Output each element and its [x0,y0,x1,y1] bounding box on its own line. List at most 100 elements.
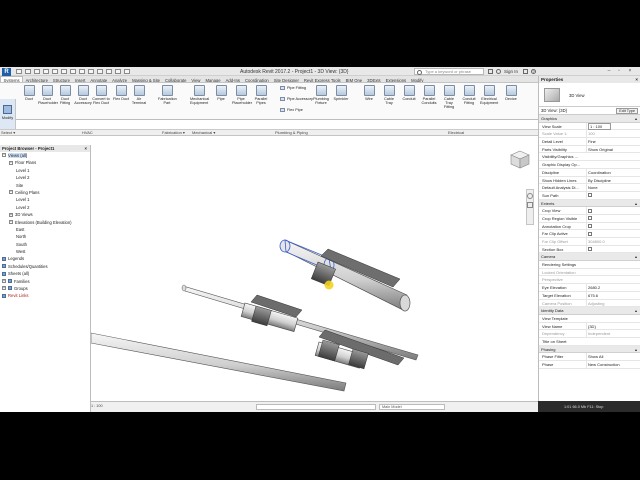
duct-placeholder-button[interactable]: Duct Placeholder [38,85,58,105]
property-value[interactable]: By Discipline [586,176,639,184]
fabrication-panel-label[interactable]: Fabrication ▾ [162,130,185,136]
electrical-equipment-button[interactable]: Electrical Equipment [480,85,498,105]
tree-node[interactable]: +3D Views [0,211,90,218]
tree-node[interactable]: + Groups [0,285,90,292]
help-icon[interactable]: ? [531,69,536,74]
instance-selector[interactable]: 3D View: {3D} Edit Type [539,107,640,115]
subscription-icon[interactable] [488,69,493,74]
view-scale-input[interactable]: 1 : 100 [588,122,612,130]
tree-node[interactable]: Sheets (all) [0,270,90,277]
collapse-icon[interactable]: ▴ [635,200,637,207]
pipe-accessory-button[interactable]: Pipe Accessory [280,97,313,101]
collapse-icon[interactable]: ▴ [635,115,637,122]
property-value[interactable]: New Construction [586,361,639,368]
electrical-panel-label[interactable]: Electrical [448,130,464,136]
tree-node[interactable]: South [0,241,90,248]
collapse-icon[interactable]: − [9,219,13,224]
type-selector[interactable]: 3D View [539,83,640,107]
tree-node[interactable]: East [0,226,90,233]
duct-fitting-button[interactable]: Duct Fitting [56,85,74,105]
tree-node[interactable]: Revit Links [0,292,90,299]
duct-button[interactable]: Duct [20,85,38,101]
collapse-icon[interactable]: − [9,160,13,165]
tree-node[interactable]: West [0,248,90,255]
tree-node[interactable]: Level 1 [0,196,90,203]
tree-node[interactable]: − Views (all) [0,152,90,159]
tree-node[interactable]: North [0,233,90,240]
sign-in-link[interactable]: Sign In [504,69,518,74]
expand-icon[interactable]: + [2,279,6,284]
expand-icon[interactable]: + [2,286,6,291]
air-terminal-button[interactable]: Air Terminal [130,85,148,105]
edit-type-button[interactable]: Edit Type [616,108,638,114]
zoom-icon[interactable] [527,202,533,208]
flex-pipe-button[interactable]: Flex Pipe [280,108,303,112]
exchange-apps-icon[interactable] [523,69,528,74]
undo-icon[interactable] [34,69,40,74]
save-icon[interactable] [25,69,31,74]
property-value[interactable]: Show Original [586,145,639,153]
tree-node[interactable]: Level 2 [0,204,90,211]
measure-icon[interactable] [61,69,67,74]
minimize-icon[interactable]: – [606,68,612,74]
tree-node[interactable]: Site [0,182,90,189]
mechanical-equipment-button[interactable]: Mechanical Equipment [190,85,209,105]
device-button[interactable]: Device [502,85,520,101]
redo-icon[interactable] [43,69,49,74]
select-panel-label[interactable]: Select ▾ [1,130,15,136]
cable-tray-fitting-button[interactable]: Cable Tray Fitting [440,85,458,109]
checkbox[interactable] [588,193,592,198]
collapse-icon[interactable]: ▴ [635,307,637,314]
pipe-placeholder-button[interactable]: Pipe Placeholder [232,85,252,105]
pipe-fitting-button[interactable]: Pipe Fitting [280,86,306,90]
close-icon[interactable]: × [635,76,638,83]
property-value[interactable]: Show All [586,353,639,361]
property-value[interactable]: None [586,184,639,192]
3d-view-canvas[interactable] [90,145,538,401]
modify-button[interactable]: Modify [0,99,16,129]
property-group[interactable]: Phasing ▴ [539,345,640,354]
switch-windows-icon[interactable] [115,69,121,74]
flex-duct-button[interactable]: Flex Duct [112,85,130,101]
conduit-button[interactable]: Conduit [400,85,418,101]
property-value[interactable]: Fine [586,138,639,146]
pipe-button[interactable]: Pipe [212,85,230,101]
print-icon[interactable] [52,69,58,74]
property-value[interactable]: 675.6 [586,291,639,299]
tree-node[interactable]: Level 1 [0,167,90,174]
plumbing-panel-label[interactable]: Plumbing & Piping [275,130,308,136]
3d-view-icon[interactable] [79,69,85,74]
tree-node[interactable]: − Elevations (Building Elevation) [0,219,90,226]
viewcube[interactable] [508,149,532,171]
view-scale-label[interactable]: 1 : 100 [91,404,103,408]
parallel-conduits-button[interactable]: Parallel Conduits [420,85,438,105]
checkbox[interactable] [588,224,592,229]
open-icon[interactable] [16,69,22,74]
navigation-bar[interactable] [526,189,534,225]
tag-icon[interactable] [70,69,76,74]
tree-node[interactable]: Legends [0,255,90,262]
tab-systems[interactable]: Systems [0,76,24,82]
tree-node[interactable]: Schedules/Quantities [0,263,90,270]
property-value[interactable]: {3D} [586,322,639,330]
section-icon[interactable] [88,69,94,74]
search-input[interactable]: Type a keyword or phrase [414,68,484,75]
close-window-icon[interactable]: × [627,68,633,74]
fabrication-part-button[interactable]: Fabrication Part [158,85,177,105]
mechanical-panel-label[interactable]: Mechanical ▾ [192,130,215,136]
checkbox[interactable] [588,208,592,213]
restore-icon[interactable]: ▫ [616,68,622,74]
active-model-field[interactable]: Main Model [379,404,445,410]
checkbox[interactable] [588,231,592,236]
steering-wheel-icon[interactable] [527,193,533,199]
collapse-icon[interactable]: − [2,153,6,158]
tree-node[interactable]: − Floor Plans [0,159,90,166]
duct-accessory-button[interactable]: Duct Accessory [74,85,92,105]
property-group[interactable]: Camera ▴ [539,253,640,262]
user-icon[interactable] [496,69,501,74]
collapse-icon[interactable]: ▴ [635,253,637,260]
parallel-pipes-button[interactable]: Parallel Pipes [252,85,270,105]
property-value[interactable]: Coordination [586,168,639,176]
checkbox[interactable] [588,247,592,252]
plumbing-fixture-button[interactable]: Plumbing Fixture [312,85,330,105]
